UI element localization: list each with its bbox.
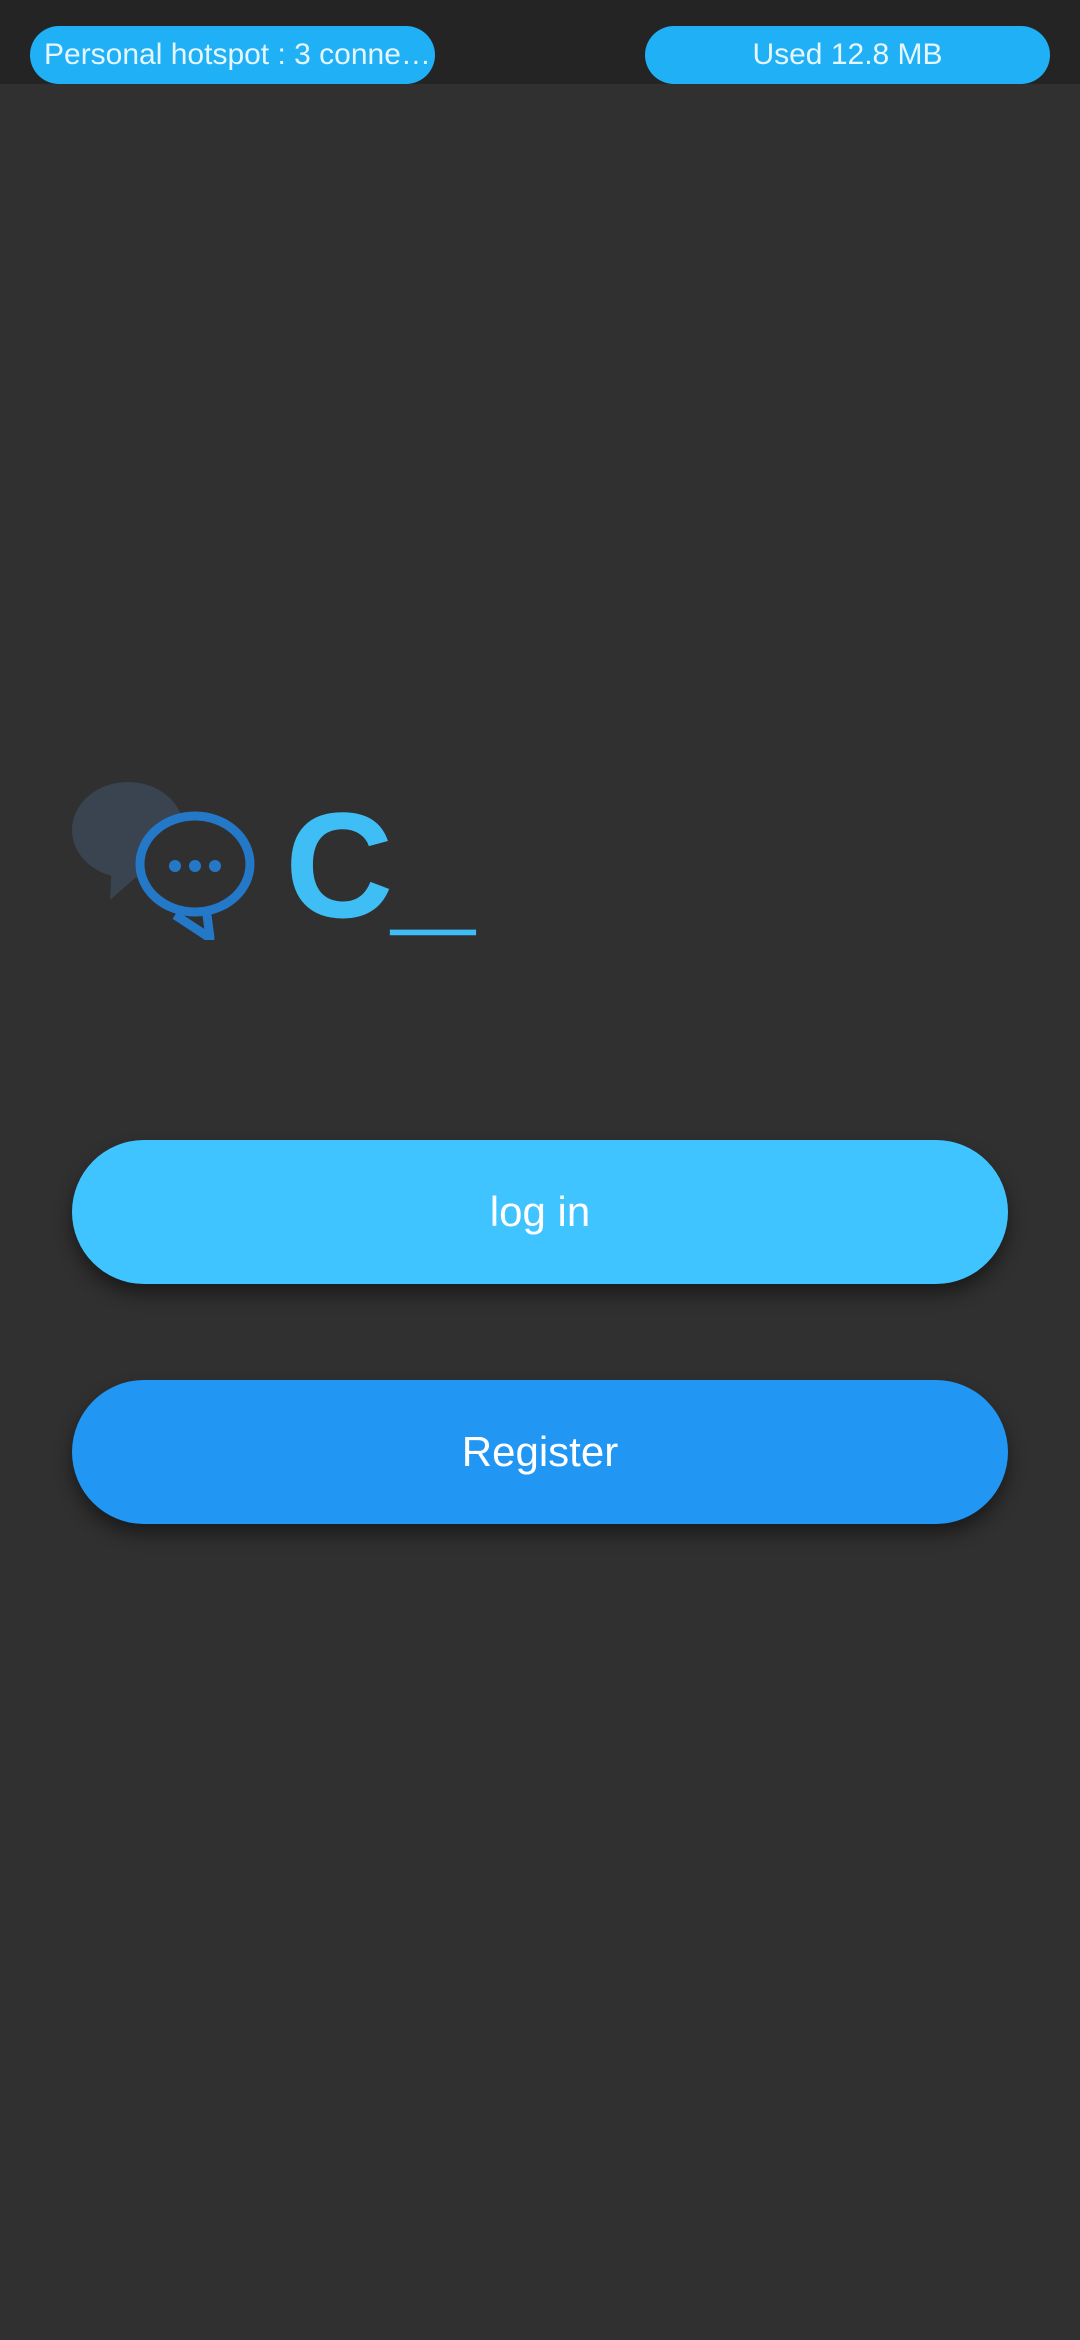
- register-button[interactable]: Register: [72, 1380, 1008, 1524]
- status-bar: Personal hotspot : 3 connec... Used 12.8…: [0, 0, 1080, 84]
- hotspot-status-pill[interactable]: Personal hotspot : 3 connec...: [30, 26, 435, 84]
- login-button[interactable]: log in: [72, 1140, 1008, 1284]
- data-usage-pill[interactable]: Used 12.8 MB: [645, 26, 1050, 84]
- app-screen: Personal hotspot : 3 connec... Used 12.8…: [0, 0, 1080, 2340]
- chat-bubbles-icon: [72, 782, 255, 940]
- app-logo: C_: [70, 780, 475, 940]
- logo-wordmark: C_: [285, 781, 475, 949]
